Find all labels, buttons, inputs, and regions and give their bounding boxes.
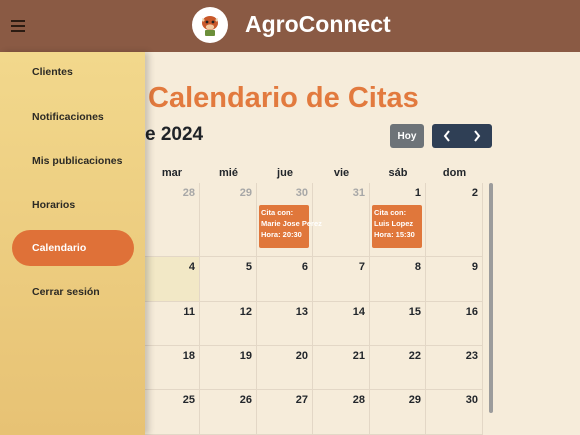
day-number: 12 — [239, 306, 252, 318]
day-number: 31 — [352, 187, 365, 199]
day-number: 7 — [358, 261, 365, 273]
event-client: Luis Lopez — [374, 219, 414, 228]
day-number: 16 — [465, 306, 478, 318]
day-number: 13 — [295, 306, 308, 318]
day-cell[interactable]: 11 — [144, 302, 200, 346]
sidebar-item-mis-publicaciones[interactable]: Mis publicaciones — [32, 155, 122, 167]
sidebar-item-cerrar-sesion[interactable]: Cerrar sesión — [32, 286, 100, 298]
month-label: e 2024 — [145, 124, 204, 145]
weekday-header: jue — [277, 167, 293, 179]
sidebar-item-calendario[interactable]: Calendario — [12, 230, 134, 266]
day-number: 1 — [414, 187, 421, 199]
day-number: 20 — [295, 350, 308, 362]
day-number: 9 — [471, 261, 478, 273]
cow-mascot-icon — [192, 7, 228, 43]
day-number: 21 — [352, 350, 365, 362]
day-cell[interactable]: 25 — [144, 390, 200, 435]
sidebar-item-horarios[interactable]: Horarios — [32, 199, 75, 211]
day-cell[interactable]: 2 — [426, 183, 483, 257]
prev-month-button[interactable] — [432, 124, 462, 148]
weekday-header-row: mar mié jue vie sáb dom — [89, 163, 494, 183]
day-cell[interactable]: 15 — [370, 302, 426, 346]
hamburger-menu-icon[interactable] — [0, 0, 36, 52]
day-cell[interactable]: 30 — [426, 390, 483, 435]
day-cell[interactable]: 21 — [313, 346, 370, 390]
weekday-header: dom — [442, 167, 467, 179]
day-cell[interactable]: 29 — [200, 183, 257, 257]
day-cell[interactable]: 19 — [200, 346, 257, 390]
day-number: 19 — [239, 350, 252, 362]
appointment-event[interactable]: Cita con: Marie Jose Perez Hora: 20:30 — [259, 205, 322, 248]
day-number: 28 — [182, 187, 195, 199]
day-number: 26 — [239, 394, 252, 406]
day-number: 30 — [295, 187, 308, 199]
day-cell[interactable]: 23 — [426, 346, 483, 390]
day-cell[interactable]: 31 — [313, 183, 370, 257]
calendar-scrollbar[interactable] — [489, 183, 493, 413]
day-number: 28 — [352, 394, 365, 406]
day-cell[interactable]: 9 — [426, 257, 483, 302]
day-number: 29 — [239, 187, 252, 199]
day-cell[interactable]: 20 — [257, 346, 313, 390]
day-number: 8 — [414, 261, 421, 273]
event-time: Hora: 20:30 — [261, 230, 302, 239]
day-number: 22 — [408, 350, 421, 362]
day-number: 29 — [408, 394, 421, 406]
day-number: 18 — [182, 350, 195, 362]
day-number: 11 — [183, 306, 195, 318]
day-cell[interactable]: 8 — [370, 257, 426, 302]
day-cell[interactable]: 1 Cita con: Luis Lopez Hora: 15:30 — [370, 183, 426, 257]
day-cell[interactable]: 28 — [313, 390, 370, 435]
day-number: 25 — [182, 394, 195, 406]
sidebar-item-notificaciones[interactable]: Notificaciones — [32, 111, 104, 123]
day-cell[interactable]: 22 — [370, 346, 426, 390]
day-cell[interactable]: 14 — [313, 302, 370, 346]
brand-name[interactable]: AgroConnect — [245, 11, 391, 38]
appointment-event[interactable]: Cita con: Luis Lopez Hora: 15:30 — [372, 205, 422, 248]
sidebar-item-clientes[interactable]: Clientes — [32, 66, 73, 78]
day-cell[interactable]: 12 — [200, 302, 257, 346]
day-cell[interactable]: 5 — [200, 257, 257, 302]
day-number: 15 — [408, 306, 421, 318]
day-cell[interactable]: 28 — [144, 183, 200, 257]
chevron-left-icon — [443, 130, 450, 142]
day-number: 27 — [295, 394, 308, 406]
event-title: Cita con: — [374, 208, 407, 217]
day-cell[interactable]: 27 — [257, 390, 313, 435]
day-cell[interactable]: 29 — [370, 390, 426, 435]
calendar-grid: mar mié jue vie sáb dom 27 28 29 30 Cita… — [88, 163, 494, 435]
weekday-header: mar — [161, 167, 183, 179]
day-number: 4 — [188, 261, 195, 273]
day-number: 30 — [465, 394, 478, 406]
event-title: Cita con: — [261, 208, 294, 217]
day-cell-today[interactable]: 4 — [144, 257, 200, 302]
day-number: 2 — [471, 187, 478, 199]
app-header: AgroConnect — [0, 0, 580, 52]
day-cell[interactable]: 16 — [426, 302, 483, 346]
day-number: 14 — [352, 306, 365, 318]
page-title: Calendario de Citas — [148, 82, 419, 114]
calendar-body: 27 28 29 30 Cita con: Marie Jose Perez H… — [89, 183, 494, 435]
next-month-button[interactable] — [462, 124, 492, 148]
day-cell[interactable]: 6 — [257, 257, 313, 302]
day-number: 6 — [301, 261, 308, 273]
weekday-header: sáb — [388, 167, 408, 179]
day-cell[interactable]: 30 Cita con: Marie Jose Perez Hora: 20:3… — [257, 183, 322, 257]
day-number: 5 — [245, 261, 252, 273]
chevron-right-icon — [474, 130, 481, 142]
event-time: Hora: 15:30 — [374, 230, 415, 239]
day-cell[interactable]: 18 — [144, 346, 200, 390]
weekday-header: vie — [333, 167, 350, 179]
day-cell[interactable]: 26 — [200, 390, 257, 435]
weekday-header: mié — [219, 167, 238, 179]
day-cell[interactable]: 13 — [257, 302, 313, 346]
day-cell[interactable]: 7 — [313, 257, 370, 302]
day-number: 23 — [465, 350, 478, 362]
navigation-drawer: Clientes Notificaciones Mis publicacione… — [0, 52, 145, 435]
event-client: Marie Jose Perez — [261, 219, 322, 228]
today-button[interactable]: Hoy — [390, 124, 424, 148]
